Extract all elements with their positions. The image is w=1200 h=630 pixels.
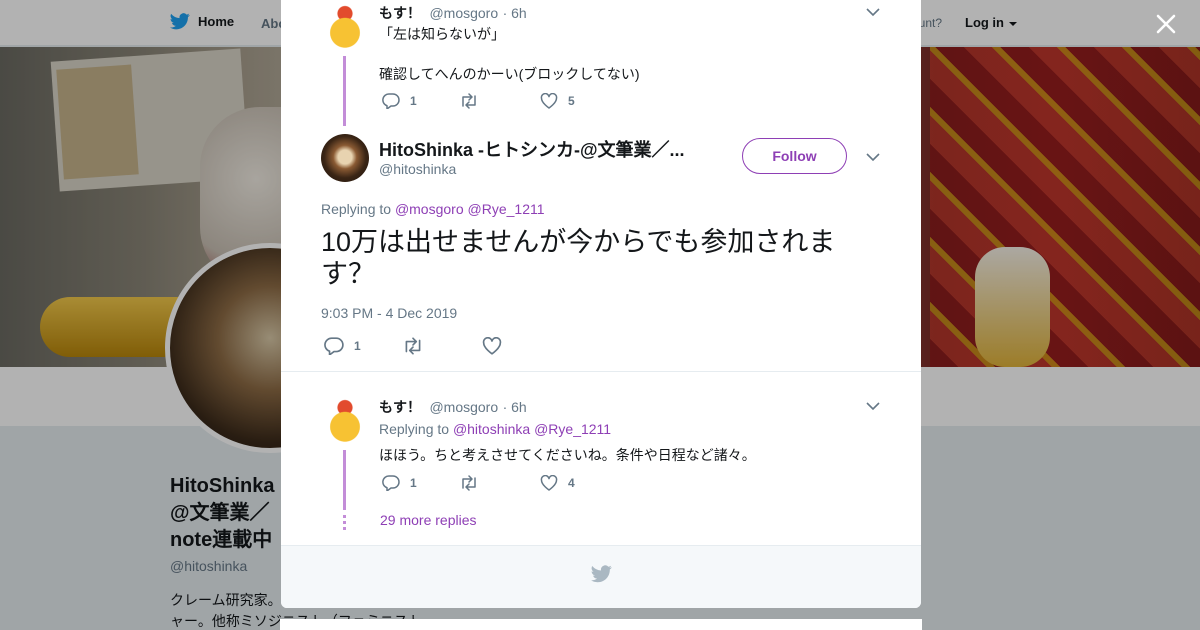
reply-action[interactable]: 1: [324, 337, 361, 355]
thread-dots: [343, 515, 346, 530]
like-icon: [482, 337, 502, 355]
replying-to-prefix: Replying to: [321, 201, 392, 217]
replying-to-prefix: Replying to: [379, 421, 450, 437]
like-icon: [540, 93, 558, 109]
author-handle[interactable]: @mosgoro: [429, 5, 498, 21]
reply-action[interactable]: 1: [382, 93, 417, 109]
retweet-action[interactable]: [459, 93, 489, 109]
mention-link[interactable]: @hitoshinka: [453, 421, 530, 437]
tweet-text-line: 確認してへんのかーい(ブロックしてない): [379, 66, 640, 82]
reply-count: 1: [354, 339, 361, 353]
thread-line: [343, 56, 346, 126]
tweet-time[interactable]: · 6h: [503, 5, 527, 21]
avatar[interactable]: [321, 134, 369, 182]
modal-footer: [281, 545, 921, 608]
author-name[interactable]: もす！: [379, 5, 421, 21]
replying-to: Replying to @mosgoro @Rye_1211: [321, 201, 545, 217]
retweet-icon: [462, 93, 476, 109]
chevron-down-icon[interactable]: [866, 152, 880, 162]
divider: [281, 371, 921, 372]
author-handle[interactable]: @hitoshinka: [379, 161, 456, 177]
next-tweet-card: [280, 619, 922, 630]
like-action[interactable]: 5: [540, 93, 575, 109]
reply-count: 1: [410, 476, 417, 490]
tweet-modal: もす！ @mosgoro · 6h 「左は知らないが」 確認してへんのかーい(ブ…: [281, 0, 921, 608]
avatar[interactable]: [321, 397, 369, 445]
author-name[interactable]: HitoShinka -ヒトシンカ-@文筆業／...: [379, 136, 709, 162]
tweet-main-text: 10万は出せませんが今からでも参加されます？: [321, 227, 836, 289]
retweet-icon: [462, 475, 476, 491]
like-count: 5: [568, 94, 575, 108]
tweet-header: もす！ @mosgoro · 6h: [379, 3, 527, 23]
author-name[interactable]: もす！: [379, 399, 421, 415]
mention-link[interactable]: @Rye_1211: [468, 201, 545, 217]
follow-button[interactable]: Follow: [742, 138, 847, 174]
reply-icon: [382, 475, 400, 491]
close-icon[interactable]: [1154, 12, 1178, 36]
retweet-action[interactable]: [459, 475, 489, 491]
reply-icon: [324, 337, 344, 355]
thread-line: [343, 450, 346, 510]
like-count: 4: [568, 476, 575, 490]
chevron-down-icon[interactable]: [866, 7, 880, 17]
mention-link[interactable]: @Rye_1211: [534, 421, 611, 437]
tweet-timestamp[interactable]: 9:03 PM - 4 Dec 2019: [321, 305, 457, 321]
like-action[interactable]: [482, 337, 512, 355]
author-handle[interactable]: @mosgoro: [429, 399, 498, 415]
tweet-time[interactable]: · 6h: [503, 399, 527, 415]
retweet-action[interactable]: [402, 337, 434, 355]
mention-link[interactable]: @mosgoro: [395, 201, 464, 217]
more-replies-link[interactable]: 29 more replies: [380, 512, 477, 528]
tweet-text: ほほう。ちと考えさせてくださいね。条件や日程など諸々。: [379, 447, 756, 463]
twitter-bird-icon: [591, 565, 612, 583]
avatar[interactable]: [321, 3, 369, 51]
chevron-down-icon[interactable]: [866, 401, 880, 411]
like-action[interactable]: 4: [540, 475, 575, 491]
reply-action[interactable]: 1: [382, 475, 417, 491]
retweet-icon: [405, 337, 421, 355]
reply-count: 1: [410, 94, 417, 108]
tweet-text-line: 「左は知らないが」: [379, 26, 505, 42]
like-icon: [540, 475, 558, 491]
tweet-header: もす！ @mosgoro · 6h: [379, 397, 527, 417]
replying-to: Replying to @hitoshinka @Rye_1211: [379, 421, 611, 437]
reply-icon: [382, 93, 400, 109]
